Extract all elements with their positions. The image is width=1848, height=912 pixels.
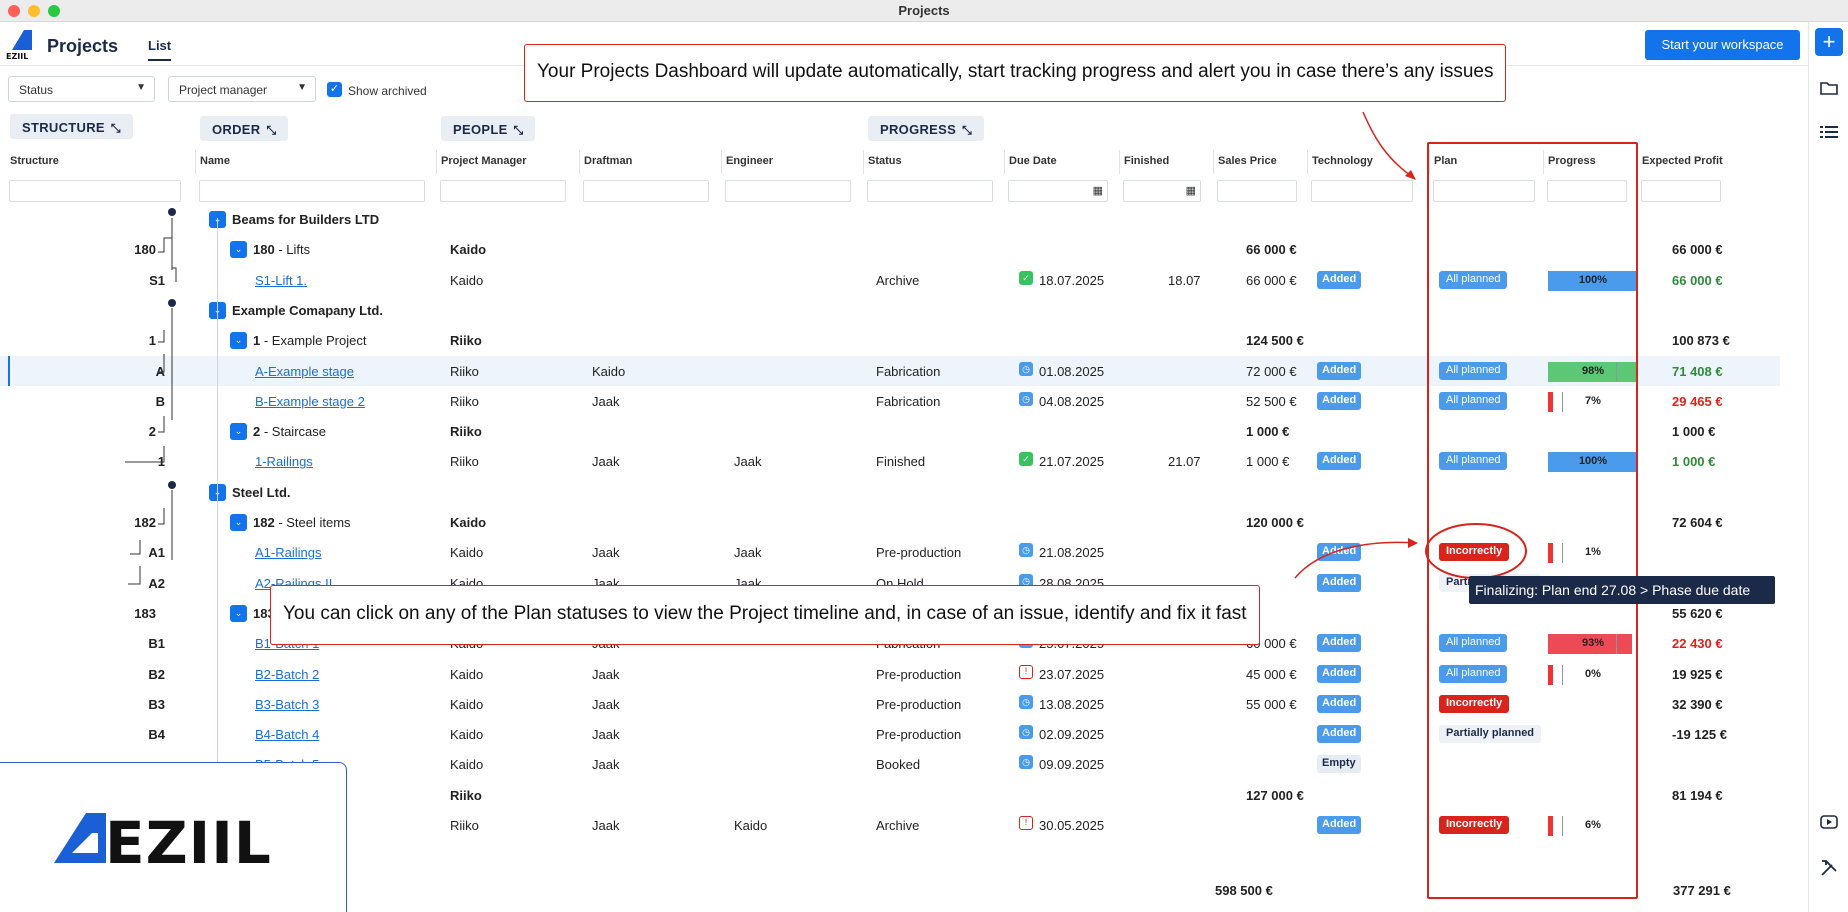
eziil-logo-icon [54,813,106,863]
callout-dashboard-updates: Your Projects Dashboard will update auto… [524,44,1507,102]
eziil-brand-card: EZIIL [0,762,347,912]
callout-plan-status: You can click on any of the Plan statuse… [270,585,1260,645]
eziil-wordmark: EZIIL [105,809,272,877]
plan-tooltip: Finalizing: Plan end 27.08 > Phase due d… [1469,576,1775,626]
